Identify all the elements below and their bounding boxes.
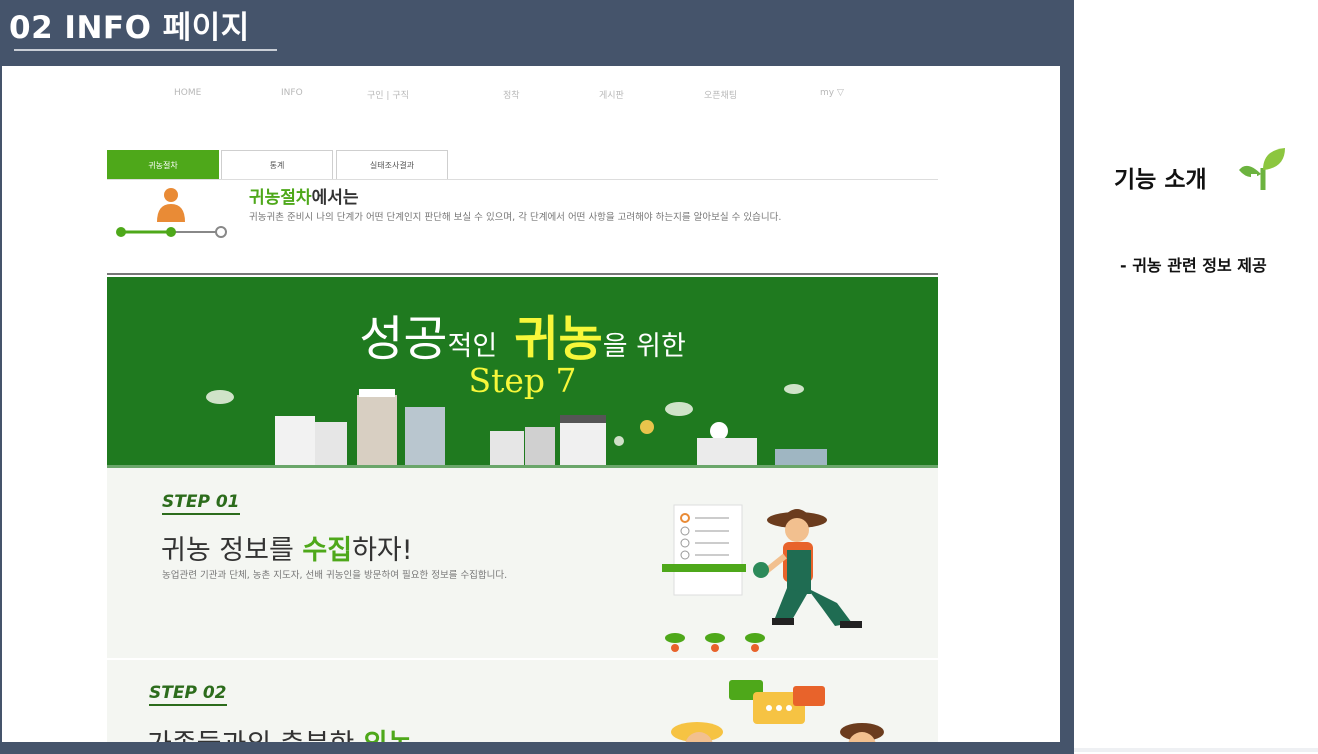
- intro-title: 귀농절차에서는: [249, 183, 358, 208]
- step2-heading-pre: 가족들과의 충분한: [147, 729, 363, 742]
- banner-word-for: 을 위한: [602, 331, 686, 362]
- feature-panel: 기능 소개 - 귀농 관련 정보 제공: [1074, 0, 1318, 754]
- slide-title: 02 INFO 페이지: [9, 10, 250, 46]
- right-bottom-line: [1074, 748, 1318, 752]
- nav-my[interactable]: my ▽: [820, 88, 844, 98]
- step1-heading-pre: 귀농 정보를: [161, 535, 303, 566]
- feature-item: - 귀농 관련 정보 제공: [1120, 256, 1267, 275]
- nav-board[interactable]: 게시판: [599, 88, 624, 101]
- step2-section: STEP 02 가족들과의 충분한 의논: [107, 660, 938, 742]
- top-nav: HOME INFO 구인 | 구직 정착 게시판 오픈채팅 my ▽: [2, 88, 1060, 104]
- step7-banner: 성공적인 귀농을 위한 Step 7: [107, 277, 938, 468]
- banner-word-farming: 귀농: [514, 311, 603, 367]
- step1-heading-highlight: 수집: [302, 535, 353, 566]
- tab-procedure[interactable]: 귀농절차: [107, 150, 219, 180]
- step1-description: 농업관련 기관과 단체, 농촌 지도자, 선배 귀농인을 방문하여 필요한 정보…: [162, 570, 508, 581]
- feature-title: 기능 소개: [1114, 167, 1207, 193]
- family-discussion-illustration: [671, 680, 884, 742]
- intro-title-rest: 에서는: [311, 188, 359, 208]
- nav-jobs[interactable]: 구인 | 구직: [367, 88, 409, 101]
- slide-left-panel: 02 INFO 페이지 HOME INFO 구인 | 구직 정착 게시판 오픈채…: [0, 0, 1074, 754]
- intro-title-highlight: 귀농절차: [249, 188, 312, 208]
- step1-heading: 귀농 정보를 수집하자!: [161, 528, 413, 567]
- tab-survey[interactable]: 실태조사결과: [336, 150, 448, 180]
- nav-home[interactable]: HOME: [174, 88, 201, 98]
- step2-label: STEP 02: [149, 683, 227, 706]
- tab-divider: [107, 179, 938, 180]
- intro-description: 귀농귀촌 준비시 나의 단계가 어떤 단계인지 판단해 보실 수 있으며, 각 …: [249, 212, 782, 223]
- step1-heading-post: 하자!: [352, 535, 413, 566]
- person-progress-icon: [116, 188, 227, 238]
- nav-openchat[interactable]: 오픈채팅: [704, 88, 737, 101]
- title-underline: [14, 49, 277, 51]
- farmer-illustration: [662, 504, 862, 652]
- tab-statistics[interactable]: 통계: [221, 150, 333, 180]
- banner-title: 성공적인 귀농을 위한: [107, 299, 938, 369]
- slide-bottom-bar: [0, 742, 1074, 754]
- step1-section: STEP 01 귀농 정보를 수집하자! 농업관련 기관과 단체, 농촌 지도자…: [107, 468, 938, 658]
- step2-heading-highlight: 의논: [363, 729, 413, 742]
- sprout-icon: [1239, 148, 1285, 190]
- intro-divider: [107, 273, 938, 275]
- banner-word-success: 성공: [359, 311, 448, 367]
- step2-heading: 가족들과의 충분한 의논: [147, 722, 413, 742]
- nav-settle[interactable]: 정착: [503, 88, 520, 101]
- city-skyline-illustration: [107, 384, 938, 468]
- step1-label: STEP 01: [162, 492, 240, 515]
- banner-word-jeogin: 적인: [447, 331, 498, 362]
- webpage-screenshot: HOME INFO 구인 | 구직 정착 게시판 오픈채팅 my ▽ 귀농절차 …: [2, 66, 1060, 742]
- nav-info[interactable]: INFO: [281, 88, 303, 98]
